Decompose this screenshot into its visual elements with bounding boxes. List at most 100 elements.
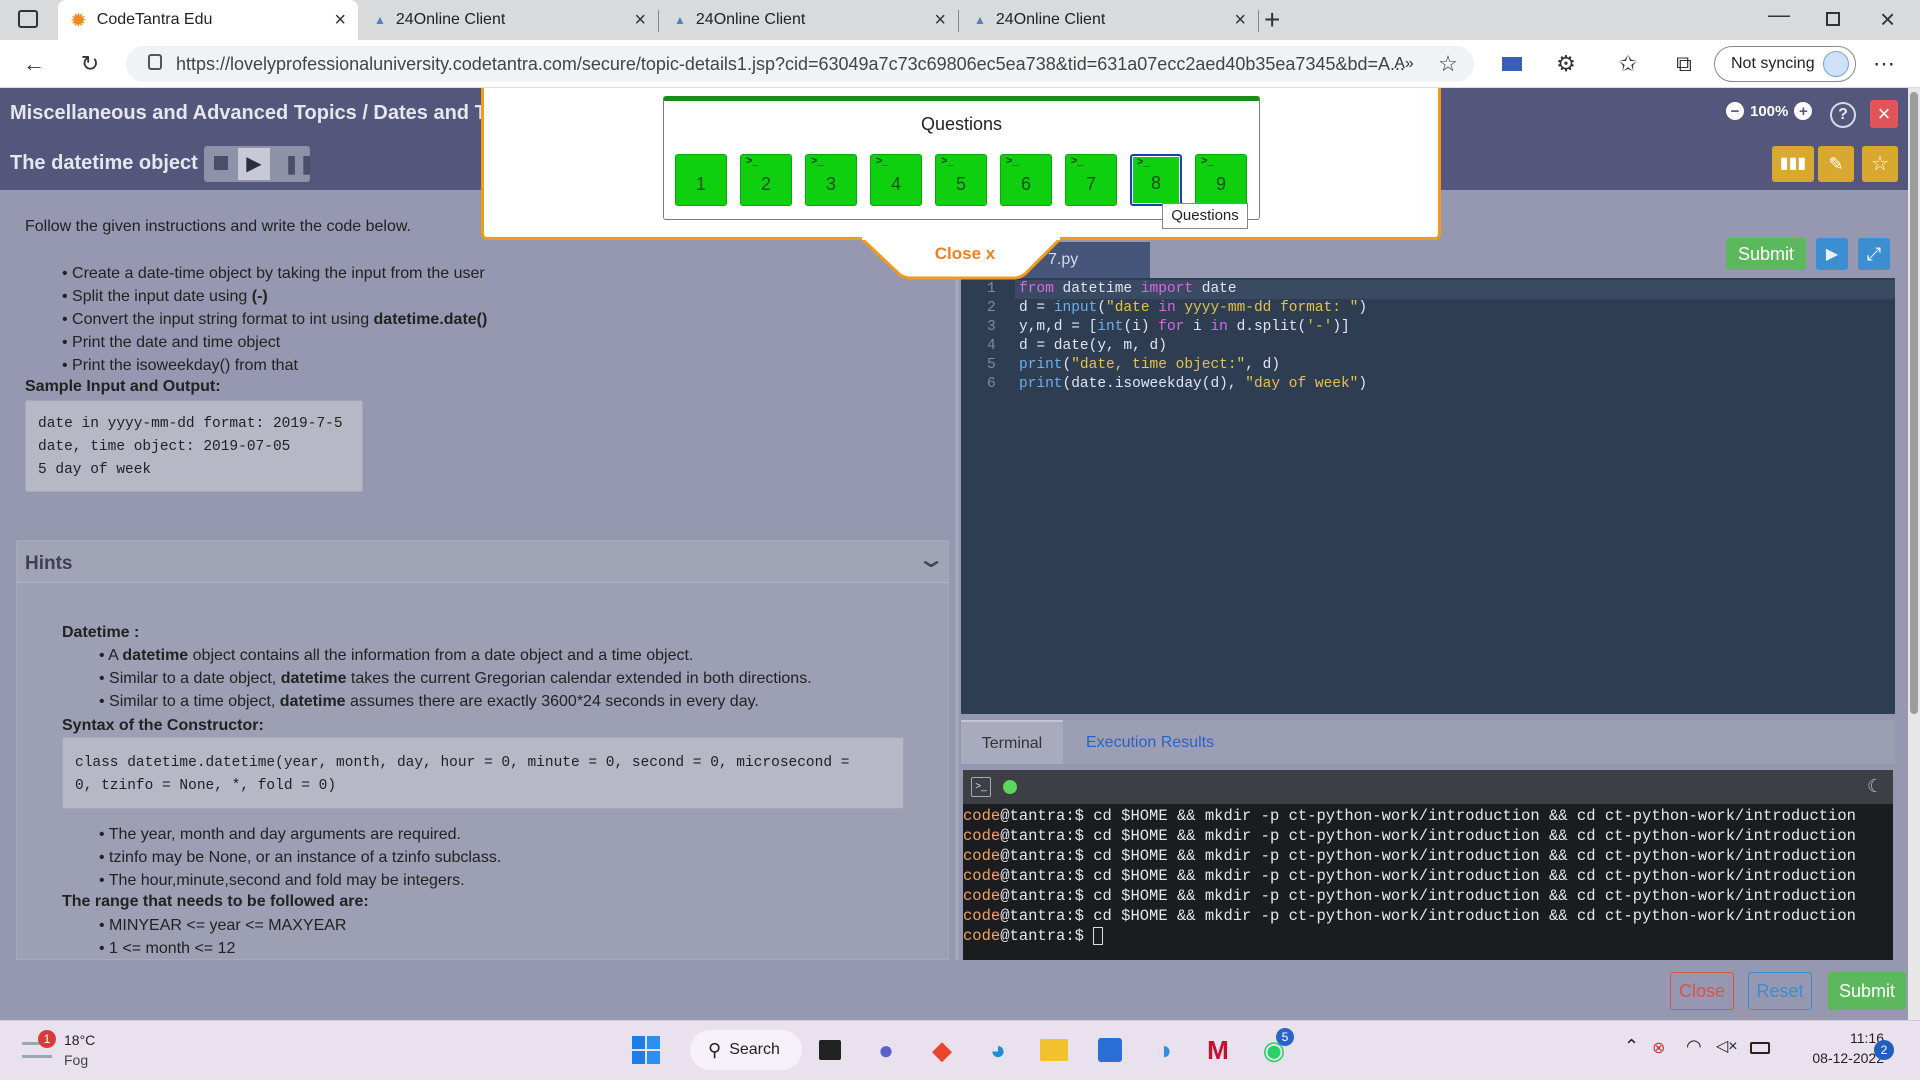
code-editor[interactable]: 1 2 3 4 5 6 from datetime import date d = inpu…	[961, 278, 1895, 714]
tab-terminal[interactable]: Terminal	[961, 720, 1063, 764]
file-explorer-icon[interactable]	[1036, 1032, 1072, 1068]
terminal-line: code@tantra:$ cd $HOME && mkdir -p ct-py…	[963, 807, 1856, 825]
terminal-output[interactable]: code@tantra:$ cd $HOME && mkdir -p ct-py…	[963, 804, 1893, 960]
24online-icon: ▲	[974, 13, 986, 27]
topic-title: The datetime object	[10, 152, 198, 174]
list-item: • Create a date-time object by taking th…	[62, 265, 485, 282]
new-tab-icon[interactable]: +	[1264, 4, 1280, 36]
refresh-icon[interactable]: ↻	[74, 48, 106, 80]
extensions-icon[interactable]: ⚙	[1550, 48, 1582, 80]
header-close-button[interactable]: ×	[1870, 100, 1898, 128]
edit-button[interactable]: ✎	[1818, 146, 1854, 182]
close-tab-icon[interactable]: ×	[934, 9, 946, 32]
pause-icon[interactable]: ❚❚	[284, 154, 314, 175]
notification-badge[interactable]: 2	[1874, 1040, 1894, 1060]
close-tab-icon[interactable]: ×	[1234, 9, 1246, 32]
footer-submit-button[interactable]: Submit	[1828, 972, 1906, 1010]
terminal-cursor	[1093, 926, 1104, 945]
teams-chat-icon[interactable]: ●	[868, 1032, 904, 1068]
terminal-toolbar: >_ ☾	[963, 770, 1893, 804]
scrollbar-thumb[interactable]	[1910, 92, 1918, 714]
code-line: from datetime import date	[1019, 281, 1237, 297]
run-button[interactable]: ▶	[1816, 238, 1848, 270]
favorites-icon[interactable]: ✩	[1612, 48, 1644, 80]
instructions-panel: Follow the given instructions and write …	[0, 190, 955, 532]
back-icon[interactable]: ←	[18, 48, 50, 80]
browser-tab-24online-1[interactable]: ▲ 24Online Client ×	[362, 0, 658, 40]
tray-chevron-icon[interactable]: ⌃	[1624, 1036, 1639, 1057]
chevron-down-icon[interactable]: ⌄	[916, 545, 946, 574]
hints-header[interactable]: Hints ⌄	[17, 541, 948, 583]
zoom-out-icon[interactable]: −	[1726, 102, 1744, 120]
window-menu-icon[interactable]	[18, 10, 38, 28]
browser-tab-24online-3[interactable]: ▲ 24Online Client ×	[962, 0, 1258, 40]
question-button-6[interactable]: >_ 6	[1000, 154, 1052, 206]
question-button-1[interactable]: 1	[675, 154, 727, 206]
weather-widget[interactable]: 1 18°C Fog	[22, 1030, 142, 1074]
clock-date[interactable]: 08-12-2022	[1784, 1050, 1884, 1066]
collections-icon[interactable]: ⧉	[1668, 48, 1700, 80]
window-close-icon[interactable]: ×	[1880, 4, 1895, 35]
play-icon[interactable]: ▶	[238, 148, 270, 180]
url-field[interactable]: https://lovelyprofessionaluniversity.cod…	[126, 46, 1474, 82]
mcafee-icon[interactable]: M	[1200, 1032, 1236, 1068]
terminal-prompt-line[interactable]: code@tantra:$	[963, 926, 1893, 946]
close-questions-button[interactable]: Close x	[910, 244, 1020, 264]
favorite-add-icon[interactable]: ☆	[1432, 48, 1464, 80]
weather-desc: Fog	[64, 1052, 89, 1068]
wifi-icon[interactable]: ◠	[1686, 1036, 1702, 1057]
restore-icon[interactable]	[1826, 12, 1840, 26]
question-button-4[interactable]: >_ 4	[870, 154, 922, 206]
terminal-prompt-icon: >_	[1006, 155, 1019, 167]
theme-moon-icon[interactable]: ☾	[1867, 776, 1883, 797]
task-view-icon[interactable]	[812, 1032, 848, 1068]
question-button-8[interactable]: >_ 8	[1130, 154, 1182, 206]
question-button-9[interactable]: >_ 9	[1195, 154, 1247, 206]
footer-close-button[interactable]: Close	[1670, 972, 1734, 1010]
zoom-in-icon[interactable]: +	[1794, 102, 1813, 120]
fullscreen-button[interactable]: ⤢	[1858, 238, 1890, 270]
volume-mute-icon[interactable]: ◁×	[1716, 1036, 1738, 1056]
footer-reset-button[interactable]: Reset	[1748, 972, 1812, 1010]
battery-icon[interactable]	[1750, 1042, 1770, 1054]
terminal-prompt-icon: >_	[1137, 156, 1150, 168]
submit-code-button[interactable]: Submit	[1726, 238, 1806, 270]
tab-title: 24Online Client	[995, 11, 1106, 28]
more-menu-icon[interactable]: ⋯	[1868, 48, 1900, 80]
line-number: 4	[987, 338, 996, 354]
list-item: • Similar to a time object, datetime ass…	[99, 693, 759, 710]
question-button-7[interactable]: >_ 7	[1065, 154, 1117, 206]
url-text: https://lovelyprofessionaluniversity.cod…	[176, 53, 1406, 74]
lock-icon[interactable]	[148, 54, 162, 70]
weather-badge: 1	[38, 1030, 56, 1048]
bookmark-star-button[interactable]: ☆	[1862, 146, 1898, 182]
app-python-icon[interactable]: ◑	[1146, 1032, 1182, 1068]
terminal-line: code@tantra:$ cd $HOME && mkdir -p ct-py…	[963, 907, 1856, 925]
panel-splitter[interactable]	[955, 190, 959, 960]
status-dot-icon	[1003, 780, 1017, 794]
tray-app-icon[interactable]: ⊗	[1652, 1038, 1665, 1058]
question-button-5[interactable]: >_ 5	[935, 154, 987, 206]
browser-tab-codetantra[interactable]: ✹ CodeTantra Edu ×	[58, 0, 358, 40]
sample-line: date, time object: 2019-07-05	[38, 439, 291, 455]
close-tab-icon[interactable]: ×	[334, 9, 346, 32]
edge-browser-icon[interactable]: ◕	[980, 1032, 1016, 1068]
taskbar-search[interactable]: ⚲ Search	[690, 1030, 802, 1070]
help-button[interactable]: ?	[1830, 102, 1856, 128]
stats-button[interactable]: ▮▮▮	[1772, 146, 1814, 182]
clock-time[interactable]: 11:16	[1794, 1030, 1884, 1046]
stop-icon[interactable]	[214, 156, 228, 170]
windows-start-icon[interactable]	[628, 1032, 664, 1068]
question-button-2[interactable]: >_ 2	[740, 154, 792, 206]
browser-tab-24online-2[interactable]: ▲ 24Online Client ×	[662, 0, 958, 40]
close-tab-icon[interactable]: ×	[634, 9, 646, 32]
sync-button[interactable]: Not syncing	[1714, 46, 1856, 82]
app-diamond-icon[interactable]: ◆	[924, 1032, 960, 1068]
store-icon[interactable]	[1092, 1032, 1128, 1068]
extension-blue-icon[interactable]	[1496, 48, 1528, 80]
arg-list: • The year, month and day arguments are …	[99, 823, 501, 892]
read-aloud-icon[interactable]: A»	[1388, 48, 1420, 80]
question-button-3[interactable]: >_ 3	[805, 154, 857, 206]
minimize-icon[interactable]: —	[1768, 2, 1790, 28]
tab-execution-results[interactable]: Execution Results	[1086, 734, 1214, 752]
